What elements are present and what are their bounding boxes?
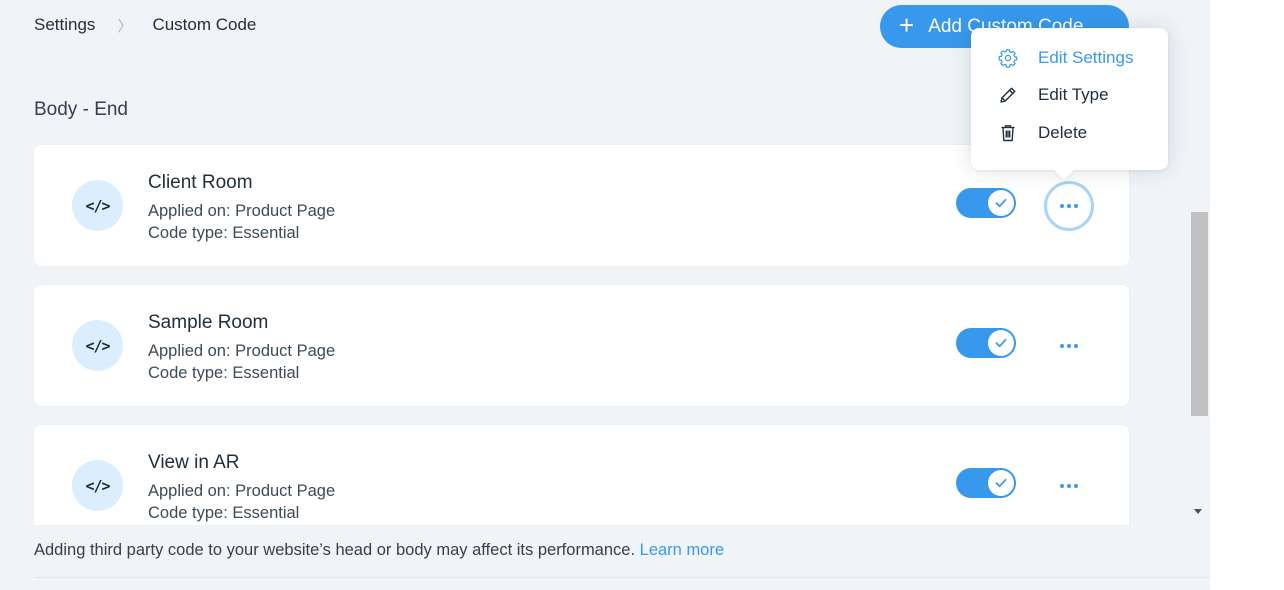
snippet-code-type: Code type: Essential <box>148 364 300 382</box>
snippet-applied-on: Applied on: Product Page <box>148 202 336 220</box>
snippet-code-type: Code type: Essential <box>148 504 300 522</box>
footer-note-text: Adding third party code to your website’… <box>34 541 636 559</box>
code-icon: </> <box>72 460 123 511</box>
breadcrumb-current: Custom Code <box>152 15 257 34</box>
breadcrumb: Settings 〉 Custom Code <box>34 15 256 35</box>
snippet-card: </> Sample Room Applied on: Product Page… <box>34 285 1129 406</box>
plus-icon: + <box>899 10 915 40</box>
snippet-list[interactable]: </> Client Room Applied on: Product Page… <box>0 140 1190 525</box>
snippet-name: View in AR <box>148 452 240 473</box>
menu-item-edit-settings[interactable]: Edit Settings <box>971 42 1168 74</box>
menu-item-label: Edit Type <box>1038 85 1109 104</box>
snippet-applied-on: Applied on: Product Page <box>148 482 336 500</box>
trash-icon <box>997 122 1019 144</box>
breadcrumb-settings-link[interactable]: Settings <box>34 15 95 35</box>
custom-code-page: Settings 〉 Custom Code + Add Custom Code… <box>0 0 1210 590</box>
checkmark-icon <box>988 470 1014 496</box>
checkmark-icon <box>988 330 1014 356</box>
ellipsis-icon <box>1060 484 1078 488</box>
snippet-code-type: Code type: Essential <box>148 224 300 242</box>
more-actions-button[interactable] <box>1044 461 1094 511</box>
pencil-icon <box>997 84 1019 106</box>
snippet-card: </> View in AR Applied on: Product Page … <box>34 425 1129 525</box>
breadcrumb-chevron-icon: 〉 <box>117 17 133 35</box>
scroll-down-arrow-icon[interactable] <box>1194 509 1202 514</box>
snippet-enabled-toggle[interactable] <box>956 328 1016 358</box>
code-icon: </> <box>72 320 123 371</box>
section-title: Body - End <box>34 99 128 120</box>
snippet-enabled-toggle[interactable] <box>956 468 1016 498</box>
gear-icon <box>997 47 1019 69</box>
more-actions-button[interactable] <box>1044 181 1094 231</box>
menu-item-edit-type[interactable]: Edit Type <box>971 79 1168 111</box>
ellipsis-icon <box>1060 344 1078 348</box>
scrollbar-thumb[interactable] <box>1191 212 1208 416</box>
ellipsis-icon <box>1060 204 1078 208</box>
learn-more-link[interactable]: Learn more <box>640 541 724 559</box>
more-actions-menu: Edit Settings Edit Type Delete <box>971 28 1168 180</box>
menu-item-label: Edit Settings <box>1038 48 1134 67</box>
footer-divider <box>34 577 1210 578</box>
footer-note: Adding third party code to your website’… <box>34 541 724 560</box>
snippet-name: Client Room <box>148 172 253 193</box>
menu-item-delete[interactable]: Delete <box>971 117 1168 149</box>
snippet-enabled-toggle[interactable] <box>956 188 1016 218</box>
checkmark-icon <box>988 190 1014 216</box>
code-icon: </> <box>72 180 123 231</box>
right-gutter <box>1210 0 1284 590</box>
snippet-applied-on: Applied on: Product Page <box>148 342 336 360</box>
snippet-name: Sample Room <box>148 312 269 333</box>
more-actions-button[interactable] <box>1044 321 1094 371</box>
menu-item-label: Delete <box>1038 123 1088 142</box>
snippet-card: </> Client Room Applied on: Product Page… <box>34 145 1129 266</box>
